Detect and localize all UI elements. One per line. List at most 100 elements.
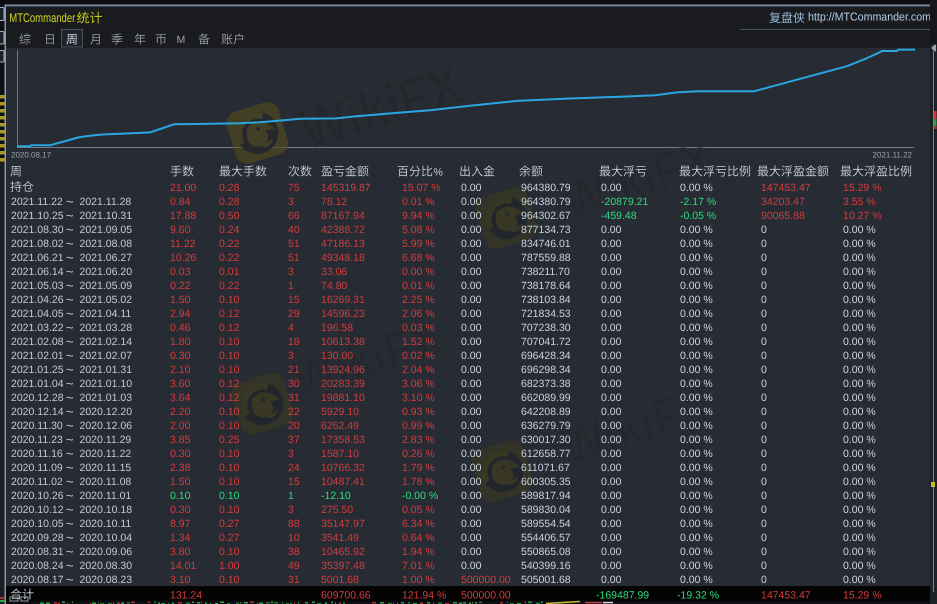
svg-text:0.01 %: 0.01 % — [402, 280, 435, 292]
svg-text:2021.01.03: 2021.01.03 — [80, 392, 133, 404]
svg-text:2020.09.28: 2020.09.28 — [11, 532, 64, 544]
svg-text:%: % — [434, 167, 443, 179]
svg-text:0.00 %: 0.00 % — [843, 504, 876, 516]
svg-text:0.00: 0.00 — [461, 364, 482, 376]
svg-text:147453.47: 147453.47 — [761, 182, 811, 194]
svg-text:2021.03.22: 2021.03.22 — [11, 322, 64, 334]
svg-text:0.00 %: 0.00 % — [680, 322, 713, 334]
svg-text:~: ~ — [66, 418, 74, 433]
svg-text:707238.30: 707238.30 — [521, 322, 571, 334]
svg-text:0.00 %: 0.00 % — [680, 518, 713, 530]
svg-text:0.00 %: 0.00 % — [680, 420, 713, 432]
svg-text:6.34 %: 6.34 % — [402, 518, 435, 530]
svg-text:19881.10: 19881.10 — [321, 392, 365, 404]
svg-text:0.02 %: 0.02 % — [402, 350, 435, 362]
svg-text:~: ~ — [66, 306, 74, 321]
svg-text:0.00: 0.00 — [461, 476, 482, 488]
svg-text:0.00: 0.00 — [461, 266, 482, 278]
svg-text:0.00 %: 0.00 % — [680, 294, 713, 306]
svg-text:0.84: 0.84 — [170, 196, 191, 208]
svg-text:696428.34: 696428.34 — [521, 350, 571, 362]
svg-text:0.01 %: 0.01 % — [402, 196, 435, 208]
svg-text:0.00: 0.00 — [601, 504, 622, 516]
svg-text:15.07 %: 15.07 % — [402, 182, 441, 194]
svg-text:0.00: 0.00 — [601, 476, 622, 488]
svg-text:~: ~ — [66, 460, 74, 475]
svg-text:0.00: 0.00 — [461, 224, 482, 236]
svg-text:2020.11.29: 2020.11.29 — [80, 434, 132, 446]
svg-text:0.00: 0.00 — [601, 518, 622, 530]
svg-text:0.03: 0.03 — [170, 266, 191, 278]
svg-text:~: ~ — [66, 362, 74, 377]
svg-text:10.27 %: 10.27 % — [843, 210, 882, 222]
svg-text:0.10: 0.10 — [219, 406, 240, 418]
svg-text:-20879.21: -20879.21 — [601, 196, 648, 208]
svg-text:0: 0 — [761, 532, 767, 544]
svg-text:34203.47: 34203.47 — [761, 196, 805, 208]
svg-text:~: ~ — [66, 264, 74, 279]
svg-text:2020.08.30: 2020.08.30 — [80, 560, 133, 572]
svg-text:0: 0 — [761, 546, 767, 558]
svg-text:0.00 %: 0.00 % — [680, 336, 713, 348]
svg-text:1: 1 — [288, 490, 294, 502]
svg-text:0.10: 0.10 — [219, 462, 240, 474]
svg-text:131.24: 131.24 — [170, 590, 202, 602]
svg-text:2021.05.03: 2021.05.03 — [11, 280, 64, 292]
svg-text:2.83 %: 2.83 % — [402, 434, 435, 446]
svg-text:2021.11.22: 2021.11.22 — [873, 151, 913, 160]
svg-text:35397.48: 35397.48 — [321, 560, 365, 572]
svg-text:0.46: 0.46 — [170, 322, 191, 334]
svg-text:0.10: 0.10 — [219, 504, 240, 516]
svg-text:0.00: 0.00 — [601, 182, 622, 194]
svg-text:787559.88: 787559.88 — [521, 252, 571, 264]
svg-text:0.00 %: 0.00 % — [680, 476, 713, 488]
svg-text:2021.02.14: 2021.02.14 — [80, 336, 133, 348]
svg-text:0.00 %: 0.00 % — [680, 182, 713, 194]
svg-text:0.00 %: 0.00 % — [843, 350, 876, 362]
svg-text:2.25 %: 2.25 % — [402, 294, 435, 306]
svg-text:0.00 %: 0.00 % — [680, 434, 713, 446]
svg-text:~: ~ — [66, 432, 74, 447]
svg-text:1.79 %: 1.79 % — [402, 462, 435, 474]
svg-text:2020.10.04: 2020.10.04 — [80, 532, 133, 544]
svg-text:30: 30 — [288, 378, 300, 390]
svg-text:17.88: 17.88 — [170, 210, 196, 222]
svg-text:8.97: 8.97 — [170, 518, 191, 530]
svg-text:2021.03.28: 2021.03.28 — [80, 322, 133, 334]
svg-text:0: 0 — [761, 504, 767, 516]
svg-text:~: ~ — [66, 390, 74, 405]
svg-text:877134.73: 877134.73 — [521, 224, 571, 236]
svg-text:66: 66 — [288, 210, 300, 222]
svg-text:16269.31: 16269.31 — [321, 294, 365, 306]
svg-text:~: ~ — [66, 544, 74, 559]
svg-text:0.10: 0.10 — [219, 546, 240, 558]
svg-text:11.22: 11.22 — [170, 238, 196, 250]
svg-text:~: ~ — [66, 194, 74, 209]
svg-text:0.00 %: 0.00 % — [843, 322, 876, 334]
svg-text:0.00: 0.00 — [601, 574, 622, 586]
svg-text:0.93 %: 0.93 % — [402, 406, 435, 418]
svg-text:31: 31 — [288, 574, 300, 586]
svg-text:0.00 %: 0.00 % — [843, 252, 876, 264]
svg-text:2021.01.31: 2021.01.31 — [80, 364, 133, 376]
svg-text:0.00: 0.00 — [461, 504, 482, 516]
svg-text:0: 0 — [761, 518, 767, 530]
svg-text:1.52 %: 1.52 % — [402, 336, 435, 348]
svg-text:0.00: 0.00 — [601, 434, 622, 446]
svg-text:0.00 %: 0.00 % — [843, 294, 876, 306]
svg-text:2020.11.15: 2020.11.15 — [80, 462, 132, 474]
svg-text:http://MTCommander.com: http://MTCommander.com — [808, 12, 931, 24]
svg-text:0.00: 0.00 — [461, 518, 482, 530]
svg-text:500000.00: 500000.00 — [461, 590, 511, 602]
svg-text:0.00 %: 0.00 % — [843, 546, 876, 558]
svg-text:0.00 %: 0.00 % — [843, 476, 876, 488]
svg-text:589830.04: 589830.04 — [521, 504, 571, 516]
svg-text:2021.02.01: 2021.02.01 — [11, 350, 64, 362]
svg-text:2.04 %: 2.04 % — [402, 364, 435, 376]
svg-text:0.00 %: 0.00 % — [680, 308, 713, 320]
svg-text:2.00: 2.00 — [170, 420, 191, 432]
svg-text:2.06 %: 2.06 % — [402, 308, 435, 320]
svg-text:0: 0 — [761, 308, 767, 320]
svg-text:1.00 %: 1.00 % — [402, 574, 435, 586]
svg-text:~: ~ — [66, 250, 74, 265]
